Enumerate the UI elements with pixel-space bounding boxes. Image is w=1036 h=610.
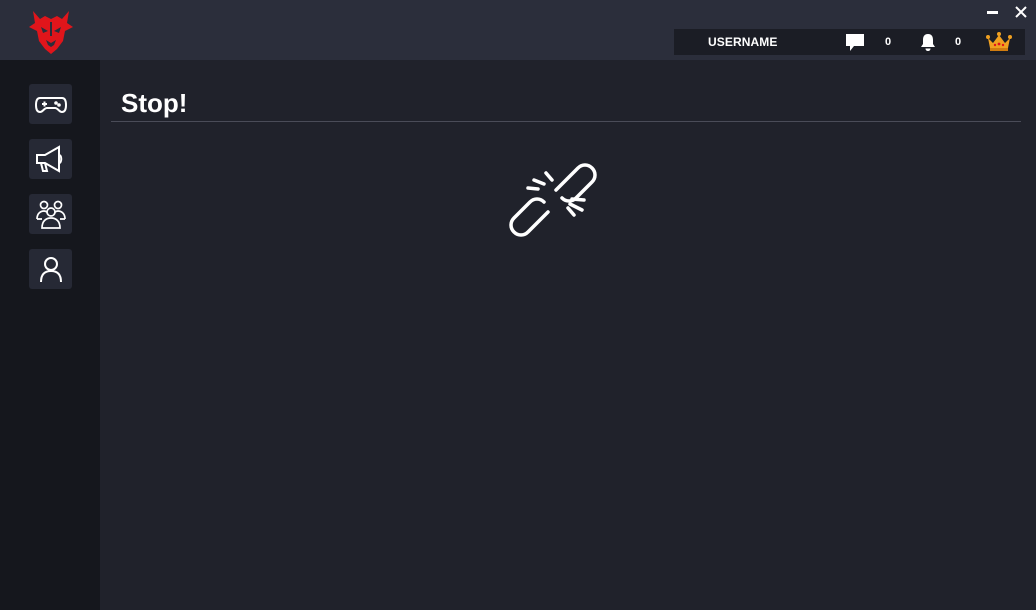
sidebar-item-announcements[interactable] <box>29 139 72 179</box>
chat-bubble-icon[interactable] <box>845 33 865 57</box>
demon-logo-icon[interactable] <box>27 9 75 55</box>
user-icon <box>40 257 62 283</box>
title-bar: USERNAME 0 0 <box>0 0 1036 60</box>
messages-count: 0 <box>885 36 892 48</box>
gamepad-icon <box>34 97 68 114</box>
broken-link-icon <box>508 154 598 244</box>
bell-icon[interactable] <box>919 33 937 57</box>
sidebar-item-profile[interactable] <box>29 249 72 289</box>
title-divider <box>111 121 1021 122</box>
close-button[interactable] <box>1013 2 1029 20</box>
sidebar <box>0 60 100 610</box>
sidebar-item-games[interactable] <box>29 84 72 124</box>
crown-icon[interactable] <box>986 32 1012 57</box>
page-title: Stop! <box>121 88 188 118</box>
username-label[interactable]: USERNAME <box>708 35 777 49</box>
group-icon <box>36 200 66 229</box>
close-icon <box>1015 6 1027 18</box>
user-status-bar: USERNAME 0 0 <box>674 29 1025 55</box>
megaphone-icon <box>36 145 63 173</box>
sidebar-item-community[interactable] <box>29 194 72 234</box>
notifications-count: 0 <box>955 36 962 48</box>
minimize-button[interactable] <box>985 3 1001 19</box>
